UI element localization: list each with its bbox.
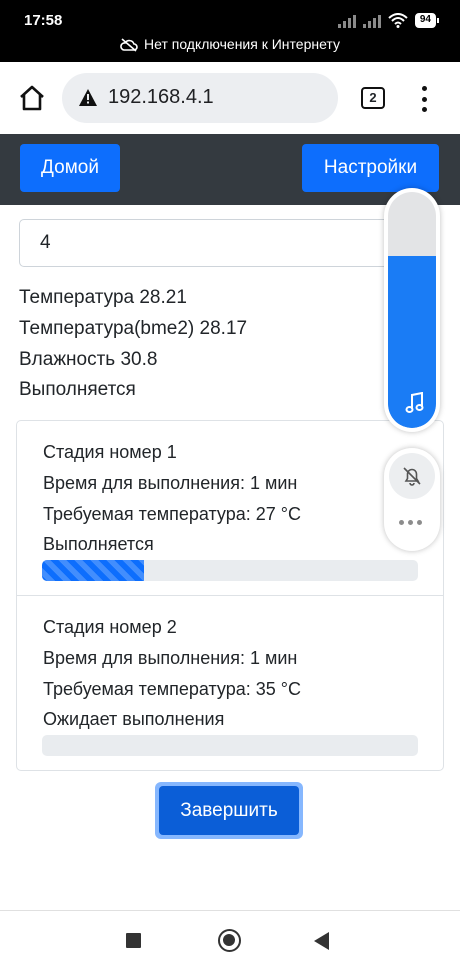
status-bar: 17:58 94 Нет подключения к Интернету [0,0,460,62]
warning-icon[interactable] [78,88,98,107]
recents-icon[interactable] [126,933,141,948]
divider [17,595,443,596]
stage-title: Стадия номер 1 [43,442,177,462]
url-bar[interactable]: 192.168.4.1 [62,73,338,123]
music-note-icon [405,392,424,413]
more-horiz-icon[interactable] [399,520,422,525]
humidity-reading: Влажность 30.8 [19,349,158,370]
more-vert-icon[interactable] [419,86,429,112]
system-nav-bar [0,911,460,971]
stage-target-temp: Требуемая температура: 35 °C [43,679,301,699]
process-state: Выполняется [19,379,136,400]
battery-icon: 94 [414,13,440,28]
home-icon[interactable] [18,84,46,112]
stage-status: Ожидает выполнения [43,709,225,729]
cloud-off-icon [120,38,138,52]
stage-progress-bar [42,560,144,581]
stage-target-temp: Требуемая температура: 27 °C [43,504,301,524]
stage-duration: Время для выполнения: 1 мин [43,648,298,668]
stage-progress [42,735,418,756]
status-time: 17:58 [24,12,63,29]
finish-button-focus-ring: Завершить [155,782,303,839]
volume-slider[interactable] [384,188,440,432]
temperature-reading: Температура 28.21 [19,287,187,308]
wifi-icon [388,13,408,28]
back-icon[interactable] [314,932,329,950]
temperature-bme2-reading: Температура(bme2) 28.17 [19,318,248,339]
signal-icon [337,14,356,28]
bell-off-icon[interactable] [389,453,435,499]
number-input[interactable]: 4 [19,219,424,267]
tabs-icon[interactable]: 2 [361,87,385,109]
browser-toolbar: 192.168.4.1 2 [0,62,460,134]
settings-button[interactable]: Настройки [302,144,439,192]
finish-button[interactable]: Завершить [159,786,299,835]
volume-side-panel [384,448,440,551]
stage-title: Стадия номер 2 [43,617,177,637]
stage-progress [42,560,418,581]
network-notice: Нет подключения к Интернету [0,36,460,52]
status-icons: 94 [337,13,440,28]
navbar: Домой Настройки [0,134,460,205]
home-nav-icon[interactable] [218,929,241,952]
stage-duration: Время для выполнения: 1 мин [43,473,298,493]
network-notice-text: Нет подключения к Интернету [144,36,340,52]
home-button[interactable]: Домой [20,144,120,192]
stage-status: Выполняется [43,534,154,554]
signal-x-icon [362,14,381,28]
url-text: 192.168.4.1 [108,86,214,108]
stages-list: Стадия номер 1 Время для выполнения: 1 м… [16,420,444,771]
volume-track[interactable] [388,192,436,428]
